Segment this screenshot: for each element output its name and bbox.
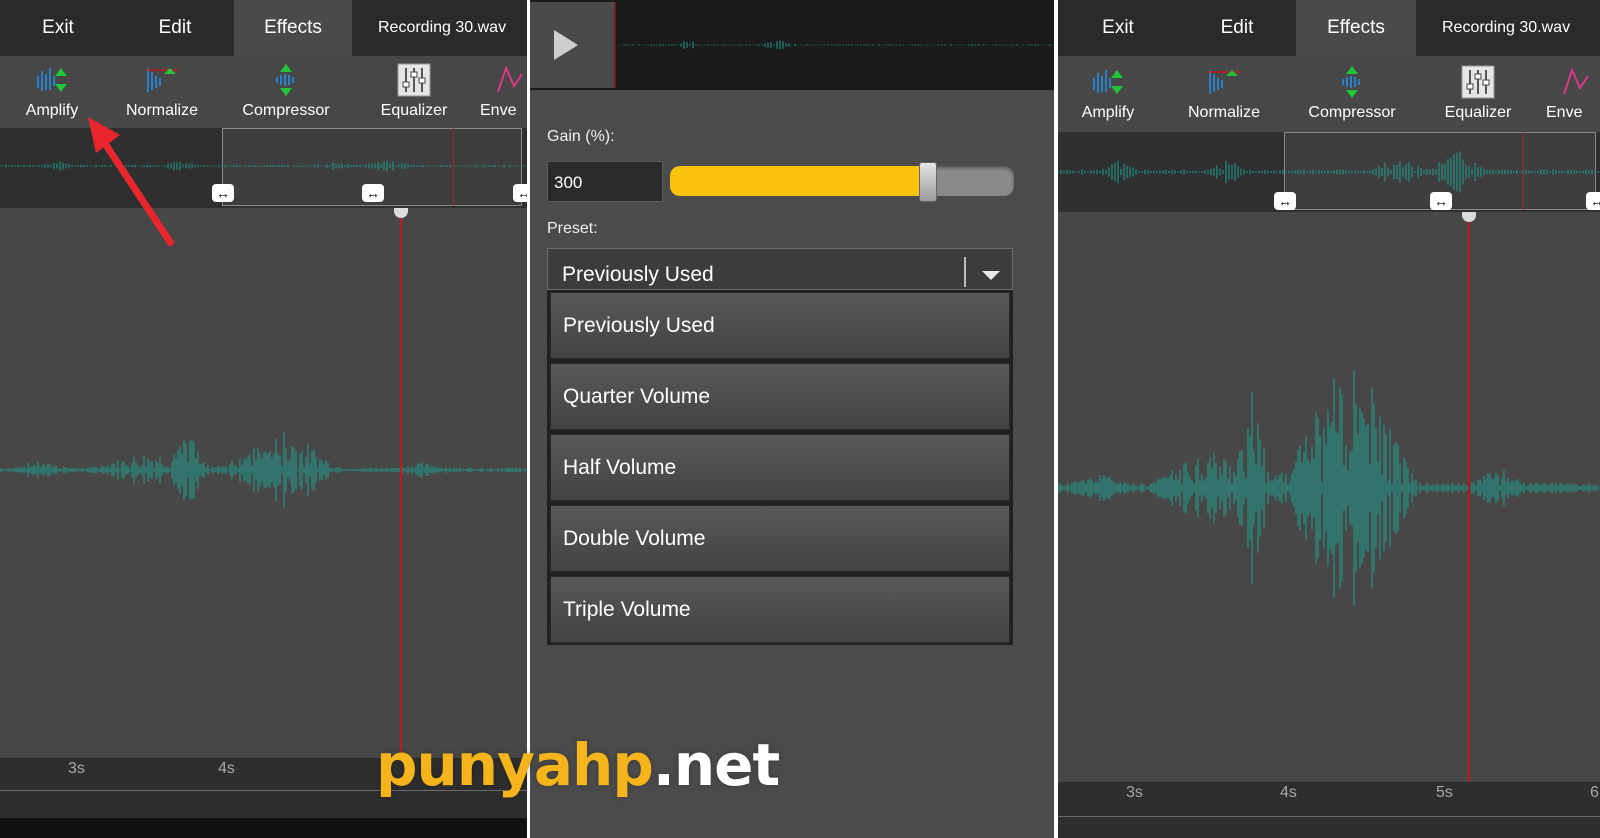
gain-slider-thumb[interactable] (919, 162, 937, 202)
compressor-icon (276, 64, 294, 96)
menu-effects[interactable]: Effects (1296, 0, 1416, 56)
preset-selected-value: Previously Used (562, 263, 714, 286)
gain-label: Gain (%): (547, 128, 615, 145)
tool-label: Normalize (1187, 104, 1260, 121)
envelope-button[interactable]: Enve (1546, 62, 1600, 122)
overview-playhead (1523, 132, 1524, 210)
bottom-bar (0, 818, 527, 838)
trim-handle-left[interactable]: ↔ (1274, 192, 1296, 210)
amplify-icon (1093, 70, 1123, 94)
envelope-button[interactable]: Enve (480, 60, 527, 120)
tool-label: Enve (1546, 104, 1583, 121)
effects-toolbar: Amplify Normalize Compressor Equalizer E… (1058, 58, 1600, 130)
preset-option-quarter-volume[interactable]: Quarter Volume (550, 363, 1010, 430)
amplify-dialog: Gain (%): 300 Preset: Previously Used Pr… (530, 0, 1054, 838)
compressor-icon (1342, 66, 1360, 98)
editor-panel-before: Exit Edit Effects Recording 30.wav Ampli… (0, 0, 527, 838)
select-divider (964, 257, 966, 287)
playhead[interactable] (1468, 212, 1470, 838)
normalize-icon (146, 68, 178, 92)
waveform-overview[interactable]: ↔ ↔ ↔ (1058, 132, 1600, 212)
tool-label: Enve (480, 102, 517, 119)
compressor-button[interactable]: Compressor (226, 60, 346, 120)
trim-handle-right[interactable]: ↔ (1430, 192, 1452, 210)
tool-label: Compressor (1308, 104, 1396, 121)
tool-label: Amplify (25, 102, 79, 119)
menu-bar: Exit Edit Effects Recording 30.wav (1058, 0, 1600, 56)
trim-handle-left[interactable]: ↔ (212, 184, 234, 202)
envelope-icon (497, 65, 523, 93)
waveform-overview[interactable]: ↔ ↔ ↔ (0, 128, 527, 208)
menu-bar: Exit Edit Effects Recording 30.wav (0, 0, 527, 56)
preview-bar (530, 0, 1054, 90)
watermark-part2: .net (652, 731, 780, 799)
overview-waveform (1058, 151, 1599, 193)
editor-panel-after: Exit Edit Effects Recording 30.wav Ampli… (1058, 0, 1600, 838)
effects-toolbar: Amplify Normalize Compressor Equalizer E… (0, 56, 527, 128)
menu-edit[interactable]: Edit (1178, 0, 1296, 56)
tick-label: 5s (1436, 784, 1453, 801)
tick-label: 3s (1126, 784, 1143, 801)
preview-waveform (618, 40, 1054, 50)
trim-handle-edge[interactable]: ↔ (513, 184, 527, 202)
normalize-icon (1208, 70, 1240, 94)
playhead[interactable] (400, 208, 402, 818)
normalize-button[interactable]: Normalize (102, 60, 222, 120)
watermark-part1: punyahp (376, 731, 654, 799)
equalizer-button[interactable]: Equalizer (354, 60, 474, 120)
file-name: Recording 30.wav (1442, 19, 1571, 36)
overview-waveform (0, 161, 526, 171)
equalizer-icon (1461, 65, 1495, 99)
amplify-button[interactable]: Amplify (0, 60, 112, 120)
tick-label: 4s (1280, 784, 1297, 801)
menu-edit[interactable]: Edit (116, 0, 234, 56)
menu-effects[interactable]: Effects (234, 0, 352, 56)
menu-exit[interactable]: Exit (0, 0, 116, 56)
watermark: punyahp.net (376, 731, 780, 799)
preset-option-double-volume[interactable]: Double Volume (550, 505, 1010, 572)
gain-slider-fill (670, 166, 928, 196)
play-icon (554, 30, 578, 60)
tick-label: 4s (218, 760, 235, 777)
equalizer-icon (397, 63, 431, 97)
tick-label: 3s (68, 760, 85, 777)
gain-slider[interactable] (670, 166, 1014, 196)
menu-exit[interactable]: Exit (1058, 0, 1178, 56)
amplify-button[interactable]: Amplify (1058, 62, 1168, 122)
file-name: Recording 30.wav (378, 19, 507, 36)
amplify-icon (37, 68, 67, 92)
preset-select[interactable]: Previously Used (547, 248, 1013, 290)
preset-label: Preset: (547, 220, 598, 237)
timeline-ruler[interactable]: 3s 4s 5s 6 (1058, 782, 1600, 838)
annotation-arrow-icon (88, 117, 175, 247)
preset-option-triple-volume[interactable]: Triple Volume (550, 576, 1010, 643)
waveform-main[interactable] (1058, 212, 1600, 782)
equalizer-button[interactable]: Equalizer (1418, 62, 1538, 122)
preset-option-previously-used[interactable]: Previously Used (550, 292, 1010, 359)
overview-playhead (453, 128, 454, 206)
normalize-button[interactable]: Normalize (1164, 62, 1284, 122)
tick-label: 6 (1590, 784, 1599, 801)
tool-label: Compressor (242, 102, 330, 119)
chevron-down-icon[interactable] (982, 271, 1000, 280)
tool-label: Equalizer (380, 102, 448, 119)
waveform-main[interactable] (0, 208, 527, 758)
tool-label: Equalizer (1444, 104, 1512, 121)
preset-option-half-volume[interactable]: Half Volume (550, 434, 1010, 501)
trim-handle-edge[interactable]: ↔ (1586, 192, 1600, 210)
gain-input[interactable]: 300 (547, 161, 663, 202)
preset-dropdown: Previously Used Quarter Volume Half Volu… (547, 290, 1013, 645)
play-button[interactable] (530, 2, 616, 88)
envelope-icon (1563, 67, 1589, 95)
compressor-button[interactable]: Compressor (1292, 62, 1412, 122)
tool-label: Amplify (1081, 104, 1135, 121)
trim-handle-right[interactable]: ↔ (362, 184, 384, 202)
